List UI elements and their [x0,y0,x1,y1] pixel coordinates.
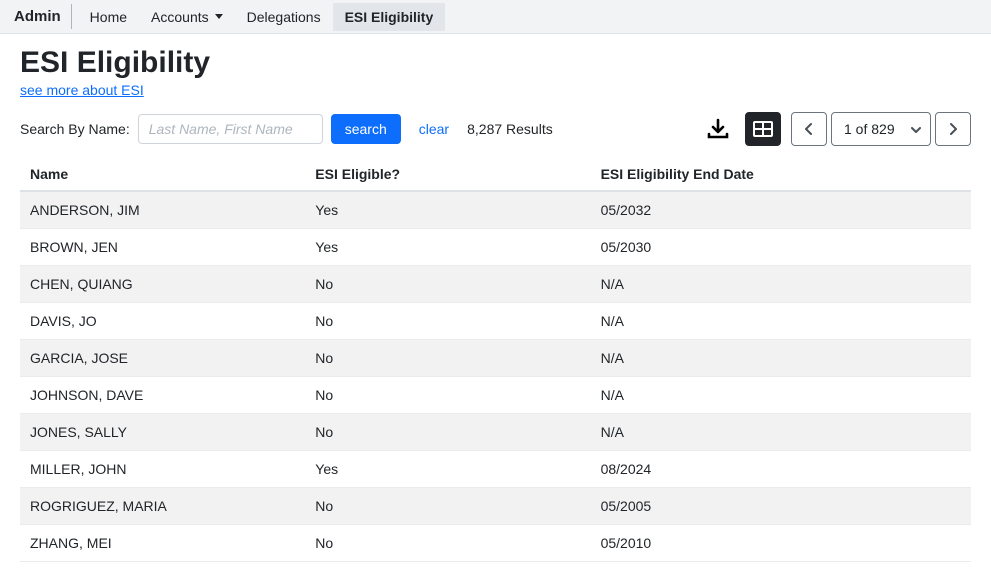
search-input[interactable] [138,114,323,144]
col-end-date[interactable]: ESI Eligibility End Date [591,158,971,191]
search-group: Search By Name: search clear 8,287 Resul… [20,114,553,144]
table-header-row: Name ESI Eligible? ESI Eligibility End D… [20,158,971,191]
table-row[interactable]: DAVIS, JONoN/A [20,303,971,340]
cell-name: ROGRIGUEZ, MARIA [20,488,305,525]
table-icon [753,121,773,137]
cell-eligible: Yes [305,191,590,229]
table-row[interactable]: ANDERSON, JIMYes05/2032 [20,191,971,229]
cell-end-date: N/A [591,303,971,340]
cell-eligible: No [305,414,590,451]
pagination: 1 of 829 [791,112,971,146]
nav-home[interactable]: Home [78,3,139,31]
cell-end-date: 05/2005 [591,488,971,525]
table-row[interactable]: JOHNSON, DAVENoN/A [20,377,971,414]
table-row[interactable]: ROGRIGUEZ, MARIANo05/2005 [20,488,971,525]
download-icon [706,118,730,140]
next-page-button[interactable] [935,112,971,146]
table-row[interactable]: GARCIA, JOSENoN/A [20,340,971,377]
col-name[interactable]: Name [20,158,305,191]
nav-delegations-label: Delegations [247,9,321,25]
nav-home-label: Home [90,9,127,25]
cell-end-date: N/A [591,377,971,414]
cell-eligible: No [305,525,590,562]
cell-name: JONES, SALLY [20,414,305,451]
page-title: ESI Eligibility [20,46,971,80]
table-row[interactable]: ZHANG, MEINo05/2010 [20,525,971,562]
cell-eligible: No [305,303,590,340]
cell-eligible: No [305,266,590,303]
chevron-left-icon [804,122,814,136]
page-body: ESI Eligibility see more about ESI Searc… [0,34,991,582]
search-label: Search By Name: [20,121,130,137]
cell-eligible: Yes [305,229,590,266]
cell-eligible: No [305,488,590,525]
cell-name: ZHANG, MEI [20,525,305,562]
cell-eligible: No [305,340,590,377]
cell-name: CHEN, QUIANG [20,266,305,303]
cell-name: GARCIA, JOSE [20,340,305,377]
cell-end-date: 05/2032 [591,191,971,229]
cell-end-date: 05/2010 [591,525,971,562]
nav-accounts[interactable]: Accounts [139,3,235,31]
col-eligible[interactable]: ESI Eligible? [305,158,590,191]
cell-eligible: No [305,377,590,414]
cell-end-date: N/A [591,340,971,377]
chevron-down-icon [215,14,223,19]
table-view-button[interactable] [745,112,781,146]
cell-end-date: 08/2024 [591,451,971,488]
see-more-link[interactable]: see more about ESI [20,82,144,98]
cell-name: BROWN, JEN [20,229,305,266]
nav-accounts-label: Accounts [151,9,209,25]
cell-end-date: N/A [591,414,971,451]
top-navbar: Admin Home Accounts Delegations ESI Elig… [0,0,991,34]
table-row[interactable]: BROWN, JENYes05/2030 [20,229,971,266]
cell-name: DAVIS, JO [20,303,305,340]
admin-label: Admin [8,4,72,29]
table-row[interactable]: JONES, SALLYNoN/A [20,414,971,451]
nav-esi-label: ESI Eligibility [345,9,434,25]
cell-end-date: N/A [591,266,971,303]
cell-eligible: Yes [305,451,590,488]
search-button[interactable]: search [331,114,401,144]
page-select-label: 1 of 829 [844,121,895,137]
results-count: 8,287 Results [467,121,553,137]
page-select[interactable]: 1 of 829 [831,112,931,146]
toolbar: Search By Name: search clear 8,287 Resul… [20,112,971,146]
table-row[interactable]: CHEN, QUIANGNoN/A [20,266,971,303]
chevron-right-icon [948,122,958,136]
download-button[interactable] [701,112,735,146]
clear-button[interactable]: clear [419,121,449,137]
chevron-down-icon [910,121,922,137]
prev-page-button[interactable] [791,112,827,146]
nav-esi-eligibility[interactable]: ESI Eligibility [333,3,446,31]
cell-name: ANDERSON, JIM [20,191,305,229]
results-table: Name ESI Eligible? ESI Eligibility End D… [20,158,971,562]
table-row[interactable]: MILLER, JOHNYes08/2024 [20,451,971,488]
cell-end-date: 05/2030 [591,229,971,266]
nav-delegations[interactable]: Delegations [235,3,333,31]
cell-name: JOHNSON, DAVE [20,377,305,414]
cell-name: MILLER, JOHN [20,451,305,488]
